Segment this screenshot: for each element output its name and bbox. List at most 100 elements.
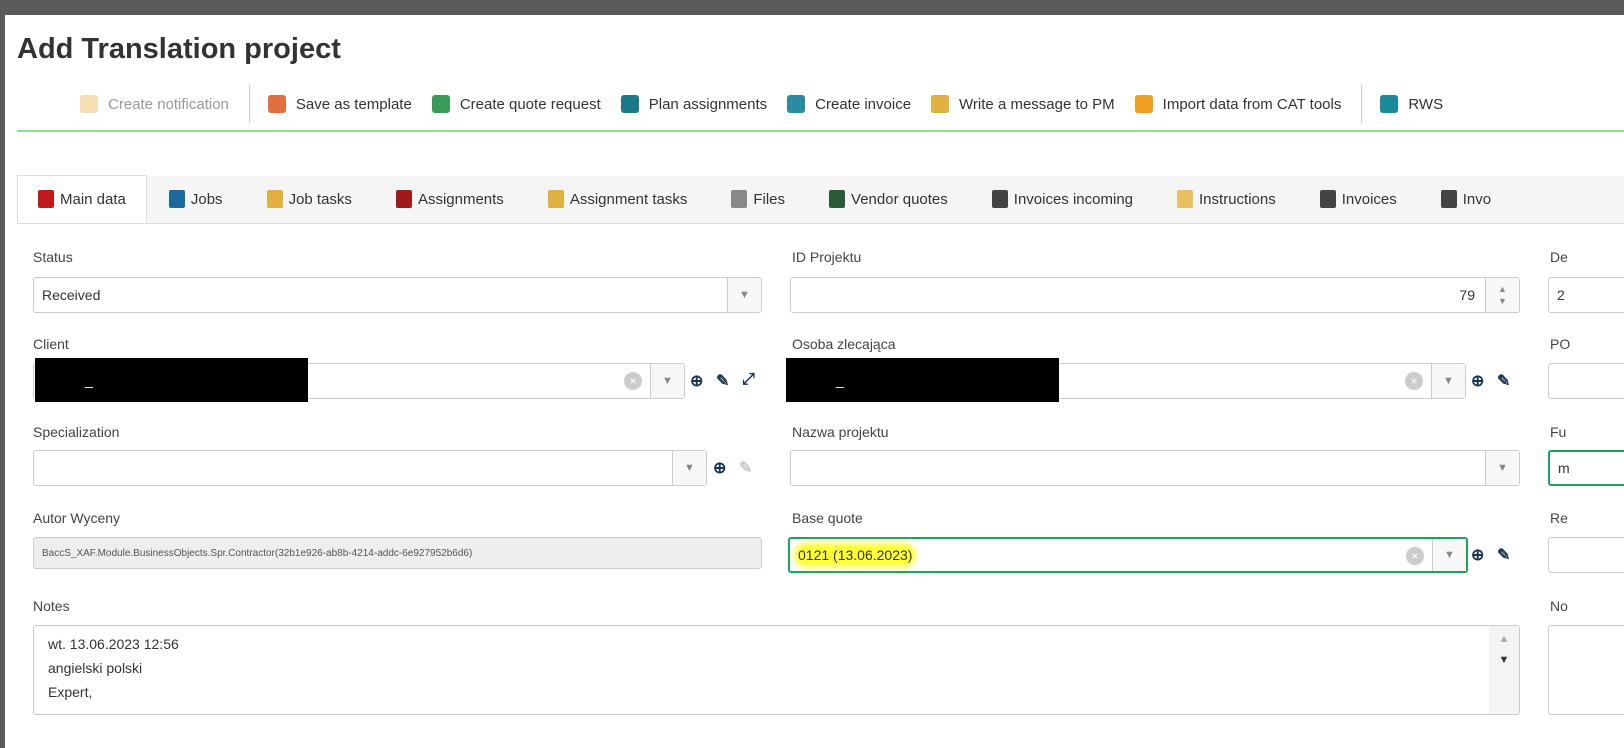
tab-label: Main data — [60, 190, 126, 208]
tab-assignment-tasks[interactable]: Assignment tasks — [526, 175, 710, 223]
col3-row3-label: Fu — [1550, 424, 1567, 440]
invoice-dollar-icon — [1319, 190, 1336, 208]
add-icon[interactable]: ⊕ — [1471, 545, 1484, 565]
id-projektu-input[interactable]: 79 ▲ ▼ — [790, 277, 1520, 313]
chevron-down-icon[interactable]: ▼ — [650, 364, 684, 398]
envelope-icon — [931, 95, 950, 113]
col3-row4-input[interactable] — [1548, 537, 1624, 573]
toolbar-button-label: Write a message to PM — [959, 95, 1115, 113]
book-icon — [38, 190, 54, 208]
network-icon — [395, 190, 412, 208]
toolbar-button-label: RWS — [1408, 95, 1444, 113]
clear-icon[interactable]: × — [1406, 547, 1424, 565]
base-quote-label: Base quote — [792, 510, 863, 526]
clear-icon[interactable]: × — [624, 372, 642, 390]
save-template-icon — [267, 95, 286, 113]
add-icon[interactable]: ⊕ — [1471, 371, 1484, 391]
col3-row1-value: 2 — [1557, 287, 1565, 303]
toolbar-button-label: Create quote request — [459, 95, 601, 113]
status-value: Received — [42, 287, 101, 303]
tab-invo[interactable]: Invo — [1419, 175, 1513, 223]
clear-icon[interactable]: × — [1405, 372, 1423, 390]
tab-label: Instructions — [1199, 190, 1276, 208]
add-icon[interactable]: ⊕ — [690, 371, 703, 391]
tab-invoices-incoming[interactable]: Invoices incoming — [970, 175, 1155, 223]
tab-label: Assignments — [417, 190, 504, 208]
col3-row4-label: Re — [1550, 510, 1568, 526]
id-projektu-value: 79 — [1459, 287, 1475, 303]
edit-icon[interactable]: ✎ — [1497, 545, 1510, 565]
redacted-osoba: _ — [786, 358, 1059, 402]
add-icon[interactable]: ⊕ — [713, 458, 726, 478]
page-title: Add Translation project — [17, 33, 341, 65]
col3-row1-label: De — [1550, 249, 1568, 265]
head-icon — [620, 95, 639, 113]
notes-line: angielski polski — [48, 660, 143, 676]
tab-label: Invoices — [1341, 190, 1397, 208]
toolbar-button-write-a-message-to-pm[interactable]: Write a message to PM — [931, 95, 1115, 113]
chevron-down-icon[interactable]: ▼ — [1431, 364, 1465, 398]
client-label: Client — [33, 336, 69, 352]
window-left-border — [0, 0, 5, 748]
edit-icon[interactable]: ✎ — [1497, 371, 1510, 391]
tab-main-data[interactable]: Main data — [17, 175, 147, 223]
col3-row1-input[interactable]: 2 — [1548, 277, 1624, 313]
bell-icon — [80, 95, 98, 113]
cart-plus-icon — [431, 95, 450, 113]
tab-assignments[interactable]: Assignments — [374, 175, 526, 223]
toolbar-button-create-invoice[interactable]: Create invoice — [787, 95, 911, 113]
toolbar-button-create-notification: Create notification — [80, 95, 229, 113]
tab-label: Files — [753, 190, 786, 208]
toolbar-button-plan-assignments[interactable]: Plan assignments — [620, 95, 768, 113]
toolbar-button-save-as-template[interactable]: Save as template — [267, 95, 412, 113]
toolbar-button-label: Create notification — [108, 95, 229, 113]
toolbar-button-label: Create invoice — [815, 95, 912, 113]
tab-files[interactable]: Files — [709, 175, 807, 223]
divider — [17, 130, 1624, 132]
scrollbar[interactable]: ▲ ▼ — [1489, 626, 1519, 714]
edit-icon[interactable]: ✎ — [716, 371, 729, 391]
notes-line: wt. 13.06.2023 12:56 — [48, 636, 179, 652]
clipboard-check-icon — [547, 190, 564, 208]
col3-row3-input[interactable]: m — [1548, 450, 1624, 486]
autor-input: BaccS_XAF.Module.BusinessObjects.Spr.Con… — [33, 537, 762, 569]
expand-icon[interactable]: ⤢ — [742, 371, 755, 389]
invoice-plus-icon — [787, 95, 806, 113]
chevron-down-icon[interactable]: ▼ — [1432, 539, 1466, 571]
base-quote-value: 0121 (13.06.2023) — [798, 547, 913, 563]
tab-label: Invo — [1462, 190, 1492, 208]
tab-instructions[interactable]: Instructions — [1155, 175, 1298, 223]
chevron-down-icon[interactable]: ▼ — [1485, 451, 1519, 485]
tab-label: Jobs — [190, 190, 223, 208]
tab-job-tasks[interactable]: Job tasks — [245, 175, 374, 223]
chevron-down-icon[interactable]: ▼ — [727, 278, 761, 312]
toolbar-button-import-data-from-cat-tools[interactable]: Import data from CAT tools — [1134, 95, 1341, 113]
tab-label: Job tasks — [288, 190, 352, 208]
toolbar-button-create-quote-request[interactable]: Create quote request — [431, 95, 601, 113]
cart-icon — [829, 190, 846, 208]
col3-row5-textarea[interactable] — [1548, 625, 1624, 715]
spin-buttons[interactable]: ▲ ▼ — [1485, 278, 1519, 312]
tab-bar: Main data Jobs Job tasks Assignments Assignm… — [17, 175, 1624, 224]
nazwa-select[interactable]: ▼ — [790, 450, 1520, 486]
notes-label: Notes — [33, 598, 70, 614]
status-label: Status — [33, 249, 73, 265]
edit-icon: ✎ — [739, 460, 753, 477]
col3-row2-label: PO — [1550, 336, 1571, 352]
tab-invoices[interactable]: Invoices — [1298, 175, 1419, 223]
col3-row2-input[interactable] — [1548, 363, 1624, 399]
toolbar-button-label: Plan assignments — [648, 95, 768, 113]
base-quote-select[interactable]: 0121 (13.06.2023) × ▼ — [788, 537, 1468, 573]
toolbar-button-rws[interactable]: RWS — [1380, 95, 1443, 113]
invoice-icon — [991, 190, 1008, 208]
window-top-bar — [0, 0, 1624, 15]
notes-textarea[interactable]: wt. 13.06.2023 12:56 angielski polski Ex… — [33, 625, 1520, 715]
chevron-down-icon[interactable]: ▼ — [672, 451, 706, 485]
tab-jobs[interactable]: Jobs — [147, 175, 245, 223]
document-icon — [1177, 190, 1194, 208]
osoba-label: Osoba zlecająca — [792, 336, 896, 352]
tab-vendor-quotes[interactable]: Vendor quotes — [807, 175, 970, 223]
col3-row3-value: m — [1558, 460, 1570, 476]
specialization-select[interactable]: ▼ — [33, 450, 707, 486]
status-select[interactable]: Received ▼ — [33, 277, 762, 313]
